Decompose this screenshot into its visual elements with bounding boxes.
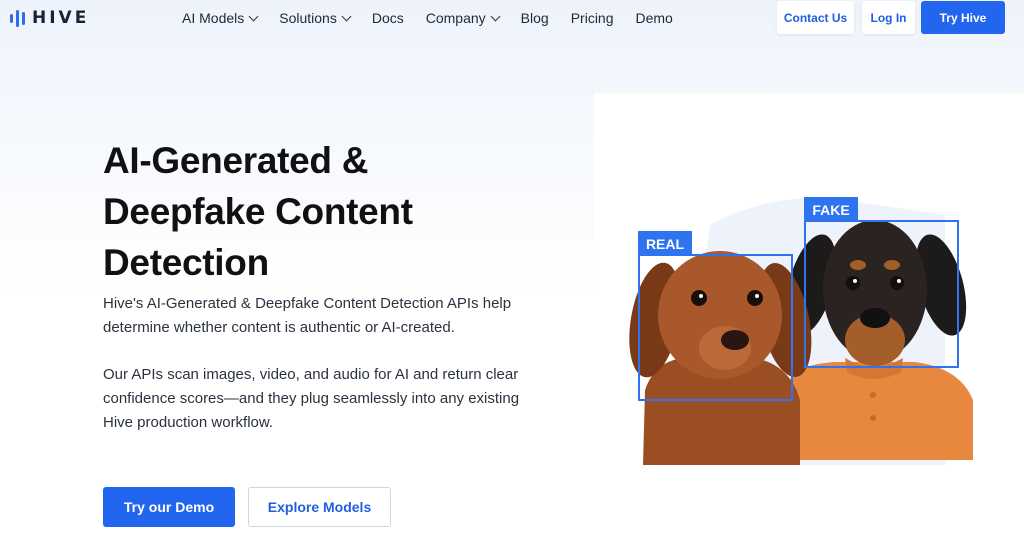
- menu-label: Solutions: [279, 10, 337, 26]
- hero-title: AI-Generated & Deepfake Content Detectio…: [103, 135, 543, 288]
- menu-item-company[interactable]: Company: [425, 10, 501, 26]
- menu-item-demo[interactable]: Demo: [636, 10, 673, 26]
- main-menu: AI Models Solutions Docs Company Blog Pr…: [182, 10, 695, 26]
- menu-label: AI Models: [182, 10, 245, 26]
- hero-title-line: Detection: [103, 242, 269, 283]
- hero-description: Hive's AI-Generated & Deepfake Content D…: [103, 295, 512, 336]
- brand-name: HIVE: [32, 8, 90, 28]
- hero-description-secondary: Our APIs scan images, video, and audio f…: [103, 366, 520, 431]
- hero-title-line: AI-Generated &: [103, 140, 369, 181]
- menu-item-solutions[interactable]: Solutions: [279, 10, 352, 26]
- hive-logo[interactable]: HIVE: [10, 8, 89, 28]
- menu-label: Docs: [371, 10, 404, 26]
- menu-label: Pricing: [570, 10, 614, 26]
- real-label: REAL: [646, 236, 685, 252]
- menu-item-ai-models[interactable]: AI Models: [182, 10, 259, 26]
- log-in-button[interactable]: Log In: [862, 1, 915, 34]
- real-vs-fake-dogs-illustration: FAKE REAL: [629, 197, 973, 465]
- real-dog-image: [629, 251, 812, 465]
- menu-label: Company: [425, 10, 486, 26]
- try-our-demo-button[interactable]: Try our Demo: [103, 487, 235, 527]
- fake-label: FAKE: [812, 202, 849, 218]
- chevron-down-icon: [248, 11, 259, 21]
- menu-item-pricing[interactable]: Pricing: [571, 10, 614, 26]
- hero-title-line: Deepfake Content: [103, 191, 413, 232]
- menu-item-blog[interactable]: Blog: [521, 10, 549, 26]
- explore-models-button[interactable]: Explore Models: [248, 487, 391, 527]
- chevron-down-icon: [341, 11, 352, 21]
- hive-logo-icon: [10, 9, 25, 27]
- menu-label: Demo: [635, 10, 673, 26]
- chevron-down-icon: [490, 11, 501, 21]
- top-navigation: HIVE AI Models Solutions Docs Company Bl…: [0, 0, 1024, 36]
- try-hive-button[interactable]: Try Hive: [921, 1, 1005, 34]
- menu-label: Blog: [520, 10, 549, 26]
- contact-us-button[interactable]: Contact Us: [777, 1, 854, 34]
- menu-item-docs[interactable]: Docs: [372, 10, 404, 26]
